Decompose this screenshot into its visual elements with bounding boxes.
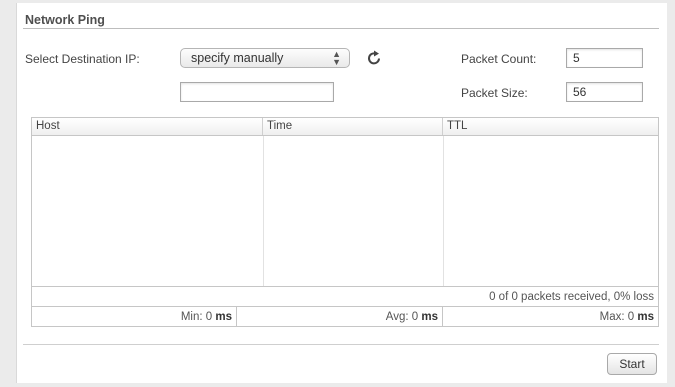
up-down-arrows-icon: ▲ ▼ (332, 49, 341, 67)
latency-stats-row: Min: 0 ms Avg: 0 ms Max: 0 ms (32, 306, 658, 327)
results-header-row: Host Time TTL (32, 118, 658, 136)
max-latency: Max: 0 ms (443, 307, 658, 327)
title-divider (23, 28, 659, 29)
panel-title: Network Ping (25, 13, 105, 27)
packet-count-input[interactable] (566, 48, 643, 68)
column-header-ttl: TTL (447, 120, 468, 132)
avg-latency-value: Avg: 0 (385, 311, 419, 323)
footer-divider (23, 344, 659, 345)
start-button[interactable]: Start (607, 353, 657, 375)
min-latency: Min: 0 ms (32, 307, 237, 327)
manual-ip-input[interactable] (180, 82, 334, 102)
avg-latency-unit: ms (421, 311, 438, 323)
avg-latency: Avg: 0 ms (237, 307, 443, 327)
max-latency-value: Max: 0 (599, 311, 635, 323)
column-header-host: Host (32, 118, 263, 135)
packet-size-label: Packet Size: (461, 86, 528, 100)
max-latency-unit: ms (637, 311, 654, 323)
ping-results-table: Host Time TTL 0 of 0 packets received, 0… (31, 117, 659, 327)
column-divider (263, 136, 264, 286)
refresh-icon[interactable] (365, 49, 383, 67)
min-latency-value: Min: 0 (180, 311, 213, 323)
min-latency-unit: ms (215, 311, 232, 323)
packet-size-input[interactable] (566, 82, 643, 102)
column-header-time: Time (263, 118, 443, 135)
destination-ip-select[interactable]: specify manually ▲ ▼ (180, 48, 350, 68)
column-divider (443, 136, 444, 286)
destination-ip-select-value: specify manually (191, 51, 284, 65)
packet-count-label: Packet Count: (461, 52, 537, 66)
packet-loss-summary: 0 of 0 packets received, 0% loss (32, 286, 658, 307)
destination-ip-label: Select Destination IP: (25, 52, 140, 66)
results-body[interactable] (32, 136, 658, 286)
network-ping-panel: Network Ping Select Destination IP: spec… (16, 3, 667, 383)
